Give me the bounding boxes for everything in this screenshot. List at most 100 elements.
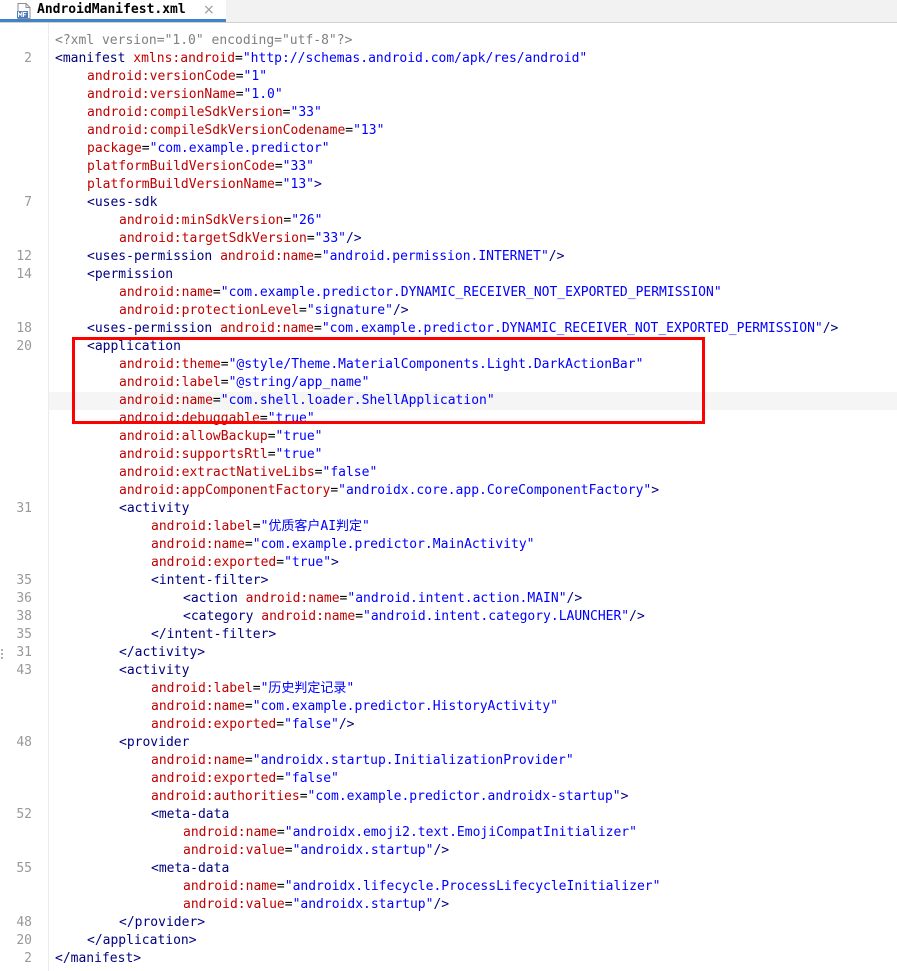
line-number xyxy=(0,302,32,320)
code-line[interactable]: <activity xyxy=(49,662,897,680)
code-line[interactable]: <provider xyxy=(49,734,897,752)
code-line[interactable]: <application xyxy=(49,338,897,356)
code-line[interactable]: android:compileSdkVersionCodename="13" xyxy=(49,122,897,140)
code-line[interactable]: <manifest xmlns:android="http://schemas.… xyxy=(49,50,897,68)
code-line[interactable]: <intent-filter> xyxy=(49,572,897,590)
code-line[interactable]: android:exported="false" xyxy=(49,770,897,788)
code-line[interactable]: </application> xyxy=(49,932,897,950)
code-line[interactable]: android:value="androidx.startup"/> xyxy=(49,842,897,860)
tab-androidmanifest[interactable]: AndroidManifest.xml × xyxy=(0,0,226,22)
line-number: 36 xyxy=(16,591,32,606)
code-line[interactable]: <uses-permission android:name="android.p… xyxy=(49,248,897,266)
code-token: = xyxy=(284,843,293,858)
code-line[interactable]: android:extractNativeLibs="false" xyxy=(49,464,897,482)
code-line[interactable]: android:protectionLevel="signature"/> xyxy=(49,302,897,320)
code-line[interactable]: <uses-permission android:name="com.examp… xyxy=(49,320,897,338)
code-token: "com.example.predictor.androidx-startup" xyxy=(307,789,621,804)
code-token: = xyxy=(267,429,276,444)
line-number xyxy=(0,788,32,806)
code-text: <?xml version="1.0" encoding="utf-8"?> xyxy=(55,32,352,50)
code-token: android:label xyxy=(151,681,253,696)
code-line[interactable]: </activity> xyxy=(49,644,897,662)
code-line[interactable]: android:versionName="1.0" xyxy=(49,86,897,104)
code-text: </manifest> xyxy=(55,950,141,968)
line-number-gutter: 2 7 12 14 18 20 31 35 36 38 35 31 43 48 52 55 48 20 2 xyxy=(0,23,49,971)
code-token: = xyxy=(284,897,293,912)
code-line[interactable]: android:appComponentFactory="androidx.co… xyxy=(49,482,897,500)
code-line[interactable]: <action android:name="android.intent.act… xyxy=(49,590,897,608)
code-line[interactable]: <?xml version="1.0" encoding="utf-8"?> xyxy=(49,32,897,50)
code-line[interactable]: android:name="androidx.lifecycle.Process… xyxy=(49,878,897,896)
code-line[interactable]: <meta-data xyxy=(49,806,897,824)
code-line[interactable]: package="com.example.predictor" xyxy=(49,140,897,158)
code-line[interactable]: android:exported="true"> xyxy=(49,554,897,572)
code-token: = xyxy=(345,123,354,138)
code-line[interactable]: </provider> xyxy=(49,914,897,932)
line-number: 48 xyxy=(16,735,32,750)
code-token: "androidx.core.app.CoreComponentFactory" xyxy=(338,483,652,498)
code-line[interactable]: android:versionCode="1" xyxy=(49,68,897,86)
code-token: = xyxy=(299,789,308,804)
code-token: "33" xyxy=(314,231,346,246)
code-text: android:name="androidx.startup.Initializ… xyxy=(151,752,574,770)
code-line[interactable]: <permission xyxy=(49,266,897,284)
close-icon[interactable]: × xyxy=(203,1,215,19)
code-line[interactable]: android:supportsRtl="true" xyxy=(49,446,897,464)
code-token: = xyxy=(141,141,150,156)
code-line[interactable]: android:name="androidx.startup.Initializ… xyxy=(49,752,897,770)
code-text: <meta-data xyxy=(151,860,229,878)
code-token: "false" xyxy=(322,465,378,480)
code-line[interactable]: </manifest> xyxy=(49,950,897,968)
code-line[interactable]: <category android:name="android.intent.c… xyxy=(49,608,897,626)
code-line[interactable]: android:minSdkVersion="26" xyxy=(49,212,897,230)
code-editor[interactable]: <?xml version="1.0" encoding="utf-8"?> <m… xyxy=(49,23,897,971)
code-line[interactable]: android:name="com.example.predictor.Hist… xyxy=(49,698,897,716)
code-line[interactable]: android:debuggable="true" xyxy=(49,410,897,428)
code-text: android:debuggable="true" xyxy=(119,410,315,428)
code-token: </provider> xyxy=(119,915,206,930)
line-number: 52 xyxy=(16,807,32,822)
code-line-current[interactable]: android:name="com.shell.loader.ShellAppl… xyxy=(49,392,897,410)
code-line[interactable]: android:label="历史判定记录" xyxy=(49,680,897,698)
line-number: 2 xyxy=(24,951,32,966)
code-token: = xyxy=(267,447,276,462)
code-line[interactable]: <activity xyxy=(49,500,897,518)
code-text: android:value="androidx.startup"/> xyxy=(183,842,449,860)
code-token: <application xyxy=(87,339,181,354)
code-line[interactable]: android:allowBackup="true" xyxy=(49,428,897,446)
code-text: android:extractNativeLibs="false" xyxy=(119,464,377,482)
line-number xyxy=(0,32,32,50)
code-line[interactable]: <meta-data xyxy=(49,860,897,878)
code-token: "android.intent.category.LAUNCHER" xyxy=(363,609,630,624)
code-line[interactable]: <uses-sdk xyxy=(49,194,897,212)
code-line[interactable]: android:label="@string/app_name" xyxy=(49,374,897,392)
code-token: android:name xyxy=(245,591,340,606)
code-line[interactable]: android:name="com.example.predictor.Main… xyxy=(49,536,897,554)
code-line[interactable]: android:name="com.example.predictor.DYNA… xyxy=(49,284,897,302)
code-text: <meta-data xyxy=(151,806,229,824)
line-number xyxy=(0,104,32,122)
code-line[interactable]: android:exported="false"/> xyxy=(49,716,897,734)
code-token: android:value xyxy=(183,843,285,858)
code-line[interactable]: android:label="优质客户AI判定" xyxy=(49,518,897,536)
line-number: 20 xyxy=(16,933,32,948)
code-line[interactable]: android:value="androidx.startup"/> xyxy=(49,896,897,914)
code-line[interactable]: android:targetSdkVersion="33"/> xyxy=(49,230,897,248)
line-number xyxy=(0,356,32,374)
code-token: "http://schemas.android.com/apk/res/andr… xyxy=(242,51,588,66)
code-token: = xyxy=(276,825,285,840)
code-token: android:theme xyxy=(119,357,221,372)
code-token: "@style/Theme.MaterialComponents.Light.D… xyxy=(228,357,644,372)
code-text: android:appComponentFactory="androidx.co… xyxy=(119,482,659,500)
code-line[interactable]: android:authorities="com.example.predict… xyxy=(49,788,897,806)
code-line[interactable]: android:name="androidx.emoji2.text.Emoji… xyxy=(49,824,897,842)
drag-handle-icon[interactable] xyxy=(0,647,4,665)
code-line[interactable]: platformBuildVersionCode="33" xyxy=(49,158,897,176)
code-line[interactable]: android:theme="@style/Theme.MaterialComp… xyxy=(49,356,897,374)
code-text: </intent-filter> xyxy=(151,626,276,644)
code-text: android:name="com.shell.loader.ShellAppl… xyxy=(119,392,495,410)
code-line[interactable]: platformBuildVersionName="13"> xyxy=(49,176,897,194)
code-line[interactable]: </intent-filter> xyxy=(49,626,897,644)
code-line[interactable]: android:compileSdkVersion="33" xyxy=(49,104,897,122)
code-token: "历史判定记录" xyxy=(260,681,355,696)
